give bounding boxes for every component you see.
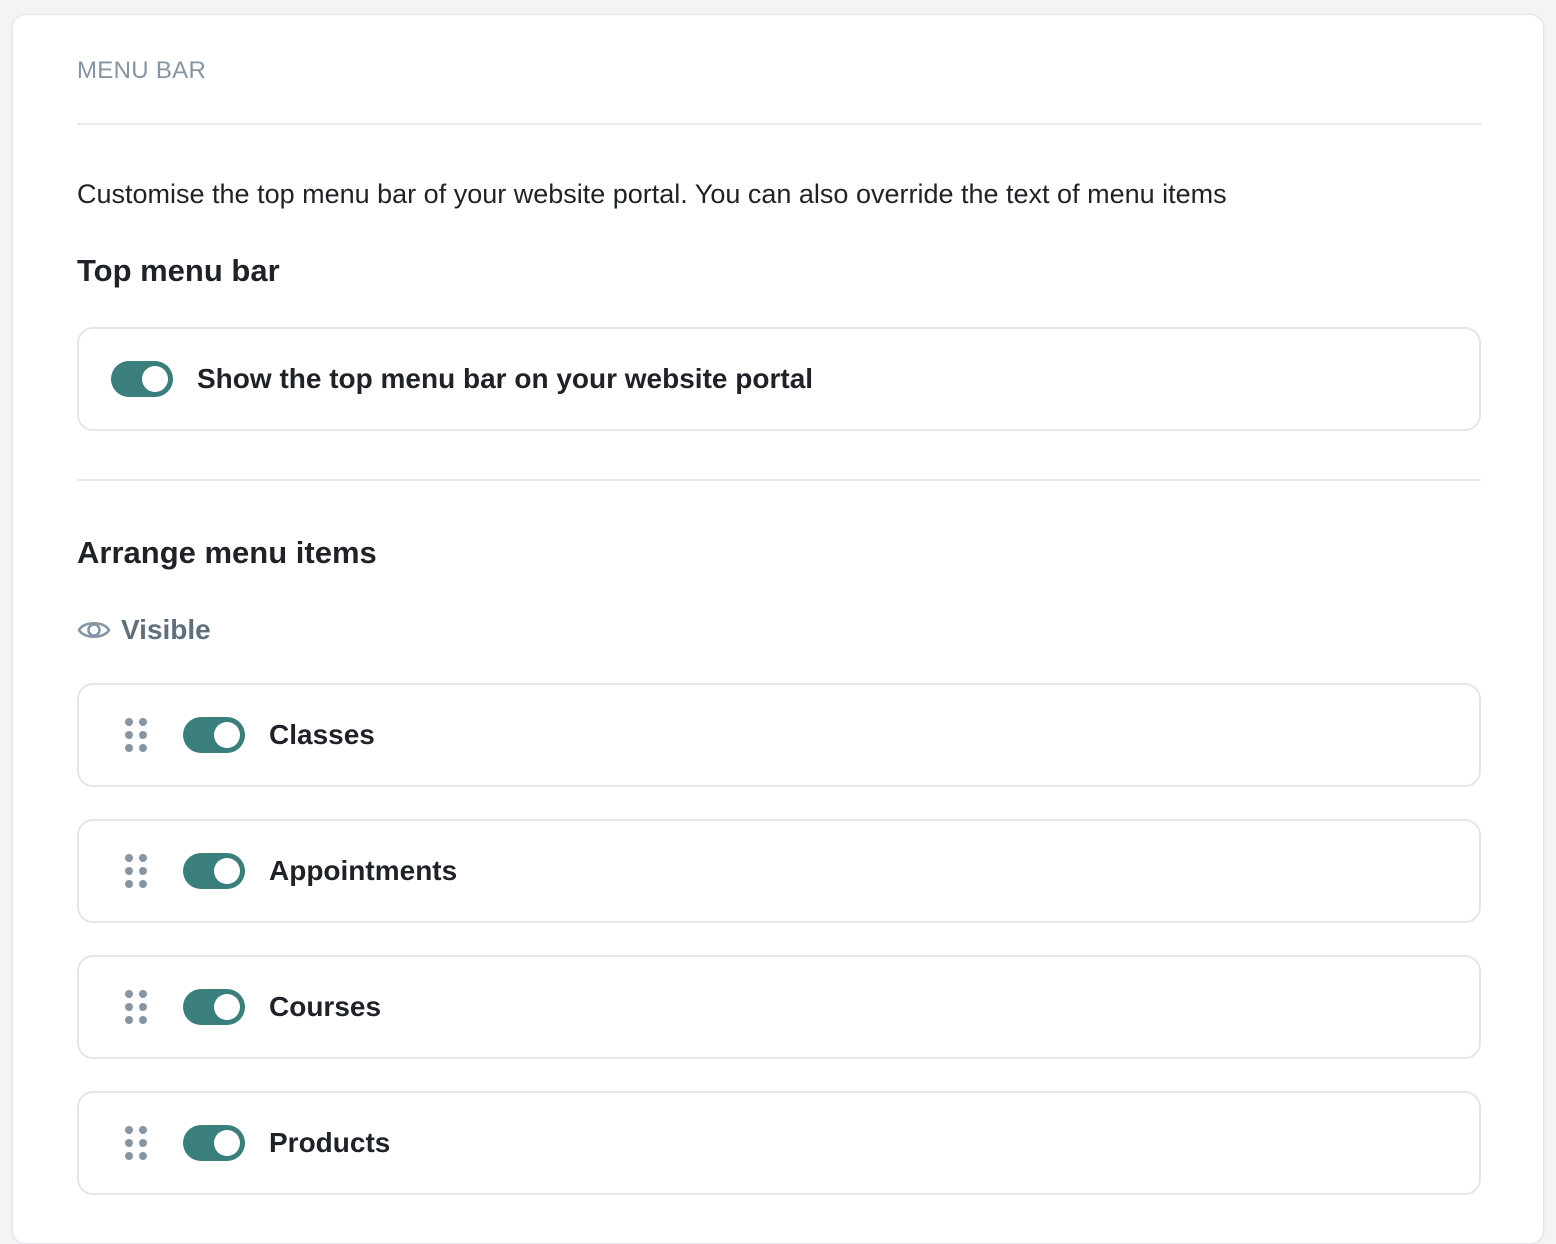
menu-item-label: Appointments: [269, 855, 458, 886]
drag-dot: [125, 731, 133, 739]
eye-icon: [77, 621, 111, 639]
drag-dot: [139, 1126, 147, 1134]
section-divider: [77, 479, 1481, 481]
drag-dot: [139, 1003, 147, 1011]
menu-item-toggle[interactable]: [183, 989, 245, 1025]
menu-item-row: Products: [77, 1091, 1481, 1195]
drag-dot: [125, 880, 133, 888]
top-menu-bar-heading: Top menu bar: [77, 253, 280, 288]
drag-dot: [139, 1139, 147, 1147]
menu-bar-settings-card: MENU BAR Customise the top menu bar of y…: [12, 14, 1544, 1244]
arrange-menu-items-heading: Arrange menu items: [77, 535, 377, 570]
drag-dot: [125, 990, 133, 998]
section-divider: [77, 123, 1481, 125]
menu-item-toggle[interactable]: [183, 1125, 245, 1161]
menu-item-row: Classes: [77, 683, 1481, 787]
drag-dot: [139, 854, 147, 862]
drag-dot: [125, 1139, 133, 1147]
drag-handle-icon[interactable]: [125, 854, 147, 888]
menu-item-toggle[interactable]: [183, 717, 245, 753]
drag-dot: [139, 731, 147, 739]
menu-item-label: Courses: [269, 991, 382, 1022]
toggle-knob: [142, 366, 168, 392]
drag-dot: [125, 1126, 133, 1134]
toggle-knob: [214, 1130, 240, 1156]
top-menu-bar-toggle-row: Show the top menu bar on your website po…: [77, 327, 1481, 431]
toggle-knob: [214, 858, 240, 884]
drag-dot: [139, 990, 147, 998]
drag-dot: [125, 867, 133, 875]
menu-item-row: Appointments: [77, 819, 1481, 923]
drag-dot: [139, 880, 147, 888]
drag-dot: [139, 1152, 147, 1160]
drag-dot: [125, 718, 133, 726]
drag-dot: [139, 744, 147, 752]
menu-item-row: Courses: [77, 955, 1481, 1059]
drag-dot: [125, 1016, 133, 1024]
drag-handle-icon[interactable]: [125, 990, 147, 1024]
toggle-knob: [214, 722, 240, 748]
menu-item-toggle[interactable]: [183, 853, 245, 889]
drag-dot: [139, 718, 147, 726]
menu-item-label: Products: [269, 1127, 391, 1158]
top-menu-bar-toggle[interactable]: [111, 361, 173, 397]
drag-dot: [125, 1003, 133, 1011]
drag-dot: [125, 854, 133, 862]
visible-group-label: Visible: [121, 614, 211, 645]
drag-dot: [125, 1152, 133, 1160]
drag-handle-icon[interactable]: [125, 1126, 147, 1160]
drag-dot: [125, 744, 133, 752]
drag-handle-icon[interactable]: [125, 718, 147, 752]
toggle-knob: [214, 994, 240, 1020]
drag-dot: [139, 867, 147, 875]
drag-dot: [139, 1016, 147, 1024]
section-label: MENU BAR: [77, 57, 207, 84]
visible-group-header: Visible: [77, 613, 211, 647]
description-text: Customise the top menu bar of your websi…: [77, 179, 1227, 209]
menu-item-label: Classes: [269, 719, 375, 750]
top-menu-bar-toggle-label: Show the top menu bar on your website po…: [197, 363, 814, 394]
